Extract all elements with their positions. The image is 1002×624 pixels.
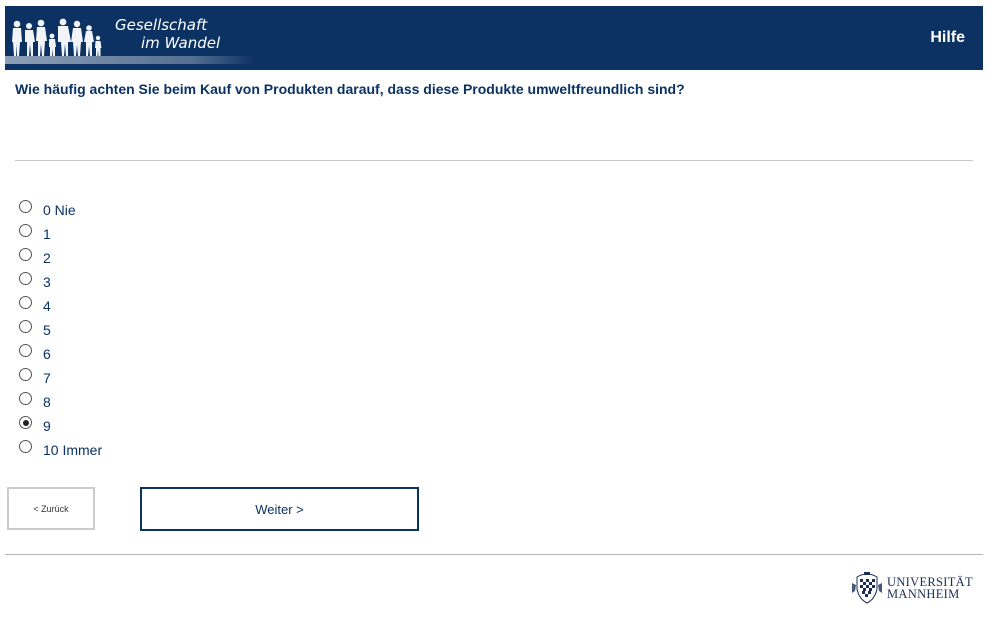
radio-button[interactable]: [19, 344, 32, 357]
question-divider: [15, 160, 973, 161]
logo-line2: im Wandel: [141, 34, 221, 52]
option-label: 9: [43, 417, 51, 434]
logo-wordmark: Gesellschaft im Wandel: [103, 16, 220, 52]
radio-button[interactable]: [19, 440, 32, 453]
radio-button[interactable]: [19, 296, 32, 309]
university-logo: UNIVERSITÄT MANNHEIM: [851, 570, 986, 606]
option-8[interactable]: 8: [19, 388, 102, 412]
survey-page: Gesellschaft im Wandel Hilfe Wie häufig …: [0, 0, 1002, 624]
option-label: 3: [43, 273, 51, 290]
option-3[interactable]: 3: [19, 268, 102, 292]
university-line2: MANNHEIM: [887, 587, 960, 601]
radio-button[interactable]: [19, 248, 32, 261]
option-label: 4: [43, 297, 51, 314]
radio-button[interactable]: [19, 320, 32, 333]
option-label: 2: [43, 249, 51, 266]
option-1[interactable]: 1: [19, 220, 102, 244]
option-label: 10 Immer: [43, 441, 103, 458]
option-4[interactable]: 4: [19, 292, 102, 316]
next-button[interactable]: Weiter >: [140, 487, 419, 531]
option-label: 8: [43, 393, 51, 410]
radio-button[interactable]: [19, 224, 32, 237]
option-label: 5: [43, 321, 51, 338]
option-0[interactable]: 0 Nie: [19, 196, 102, 220]
option-5[interactable]: 5: [19, 316, 102, 340]
answer-options: 0 Nie 1 2 3 4 5 6 7 8 9 10 Immer: [19, 196, 102, 460]
radio-button[interactable]: [19, 200, 32, 213]
radio-button[interactable]: [19, 392, 32, 405]
option-9[interactable]: 9: [19, 412, 102, 436]
option-10[interactable]: 10 Immer: [19, 436, 102, 460]
option-label: 6: [43, 345, 51, 362]
university-name: UNIVERSITÄT MANNHEIM: [887, 576, 973, 601]
help-link[interactable]: Hilfe: [930, 29, 965, 47]
radio-button[interactable]: [19, 272, 32, 285]
option-2[interactable]: 2: [19, 244, 102, 268]
footer-divider: [5, 554, 983, 555]
header-bar: Gesellschaft im Wandel Hilfe: [5, 6, 983, 70]
option-7[interactable]: 7: [19, 364, 102, 388]
option-6[interactable]: 6: [19, 340, 102, 364]
option-label: 0 Nie: [43, 201, 76, 218]
mannheim-crest-icon: [852, 572, 882, 604]
radio-button[interactable]: [19, 416, 32, 429]
back-button[interactable]: < Zurück: [7, 487, 95, 530]
gesellschaft-im-wandel-logo: Gesellschaft im Wandel: [5, 6, 255, 70]
option-label: 7: [43, 369, 51, 386]
radio-button[interactable]: [19, 368, 32, 381]
logo-line1: Gesellschaft: [115, 16, 208, 34]
option-label: 1: [43, 225, 51, 242]
question-text: Wie häufig achten Sie beim Kauf von Prod…: [15, 81, 685, 97]
